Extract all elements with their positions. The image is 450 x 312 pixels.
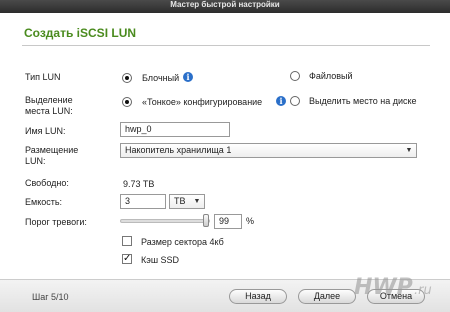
lun-type-label: Тип LUN [25,72,61,82]
svg-text:.ru: .ru [414,283,432,298]
alarm-threshold-unit: % [246,216,255,226]
step-indicator: Шаг 5/10 [32,292,69,302]
radio-thick-provisioning-label: Выделить место на диске [309,96,417,106]
allocation-label-line2: места LUN: [25,106,73,116]
alarm-threshold-slider[interactable] [120,219,210,223]
placement-select[interactable]: Накопитель хранилища 1 ▼ [120,143,417,158]
sector-size-label: Размер сектора 4кб [141,237,224,247]
svg-text:HWP: HWP [354,275,413,300]
capacity-unit-select[interactable]: TB ▼ [169,194,205,209]
ssd-cache-label: Кэш SSD [141,255,180,265]
free-value: 9.73 TB [123,179,155,189]
chevron-down-icon: ▼ [405,147,413,154]
placement-select-value: Накопитель хранилища 1 [125,145,232,155]
alarm-threshold-slider-thumb[interactable] [203,214,210,227]
capacity-input[interactable]: 3 [120,194,166,209]
next-button[interactable]: Далее [298,289,356,304]
radio-block-lun[interactable] [122,73,132,83]
info-icon[interactable]: i [183,72,193,82]
section-divider [22,45,430,46]
alarm-threshold-label: Порог тревоги: [25,217,87,227]
ssd-cache-checkbox[interactable]: ✓ [122,254,132,264]
chevron-down-icon: ▼ [193,198,201,205]
lun-name-input[interactable]: hwp_0 [120,122,230,137]
back-button[interactable]: Назад [229,289,287,304]
capacity-unit-value: TB [174,196,186,206]
radio-thick-provisioning[interactable] [290,96,300,106]
radio-file-lun[interactable] [290,71,300,81]
watermark-logo: HWP .ru [354,275,432,300]
info-icon[interactable]: i [276,96,286,106]
sector-size-checkbox[interactable] [122,236,132,246]
radio-block-lun-label: Блочный [142,73,180,83]
capacity-label: Емкость: [25,197,63,207]
radio-file-lun-label: Файловый [309,71,353,81]
window-title: Мастер быстрой настройки [0,0,450,13]
placement-label-line2: LUN: [25,156,46,166]
placement-label-line1: Размещение [25,145,79,155]
allocation-label-line1: Выделение [25,95,73,105]
free-label: Свободно: [25,178,69,188]
alarm-threshold-input[interactable]: 99 [214,214,242,229]
radio-thin-provisioning[interactable] [122,97,132,107]
section-title: Создать iSCSI LUN [24,26,137,40]
lun-name-label: Имя LUN: [25,126,66,136]
radio-thin-provisioning-label: «Тонкое» конфигурирование [142,97,263,107]
check-icon: ✓ [123,253,132,264]
